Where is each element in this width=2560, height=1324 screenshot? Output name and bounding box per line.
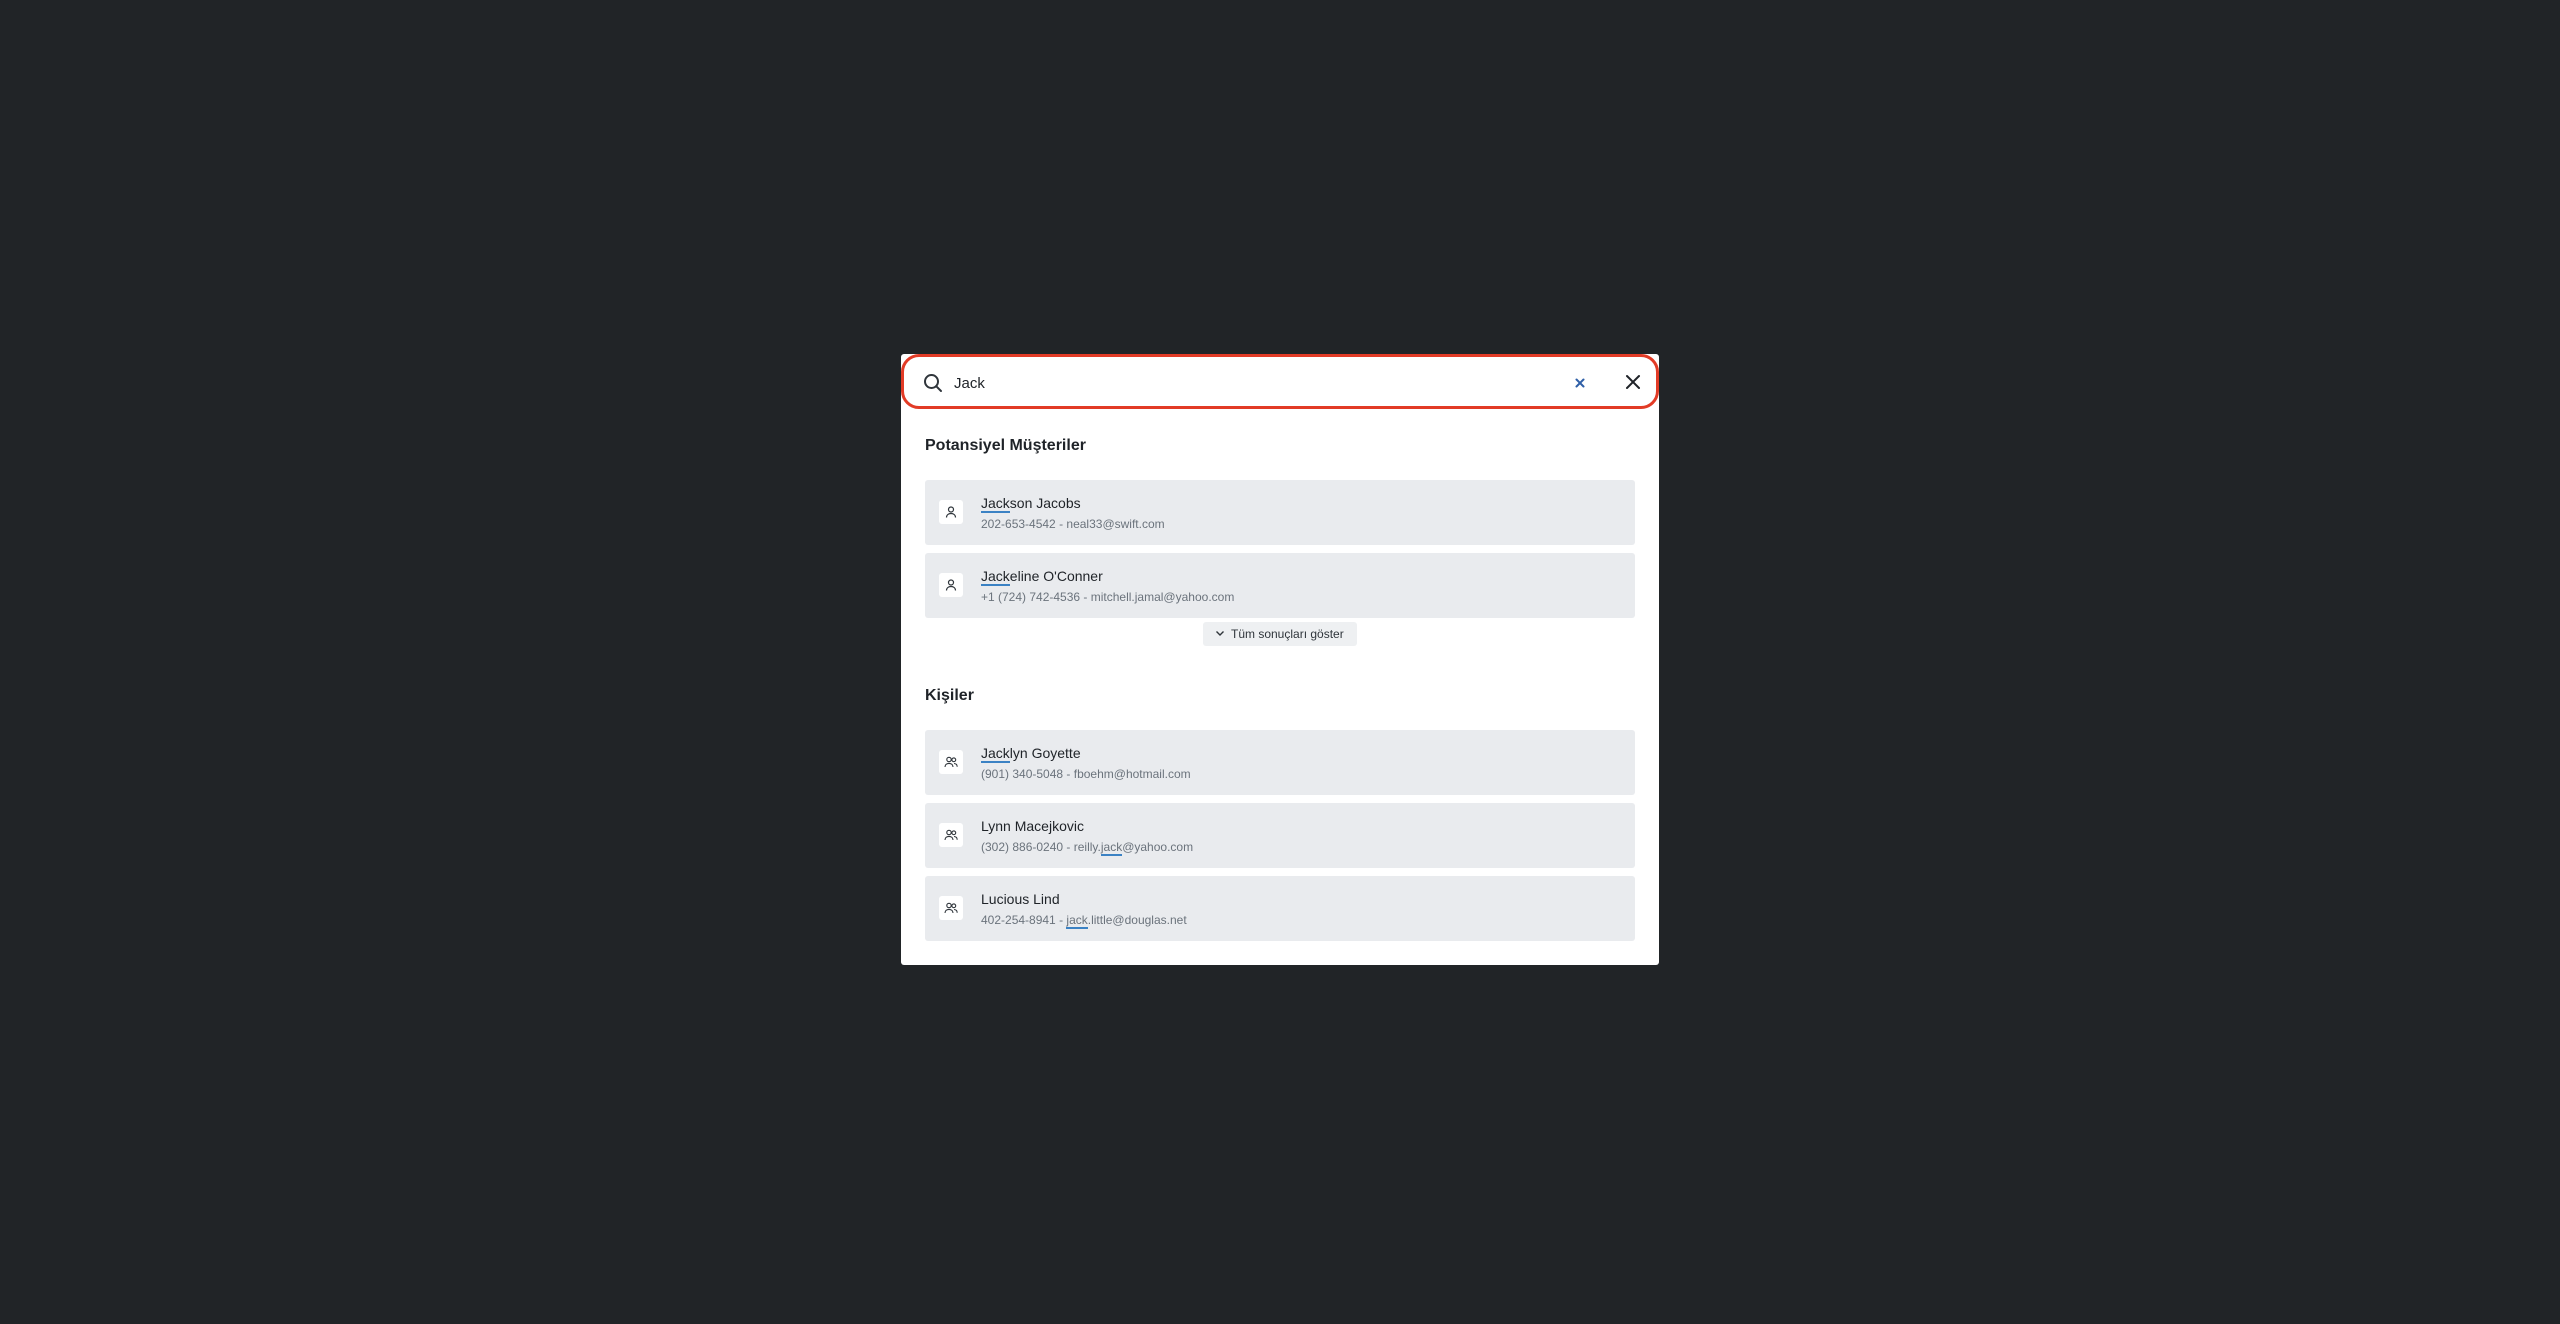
contact-result-item[interactable]: Lucious Lind 402-254-8941 - jack.little@…	[925, 876, 1635, 941]
name-text: son Jacobs	[1009, 495, 1081, 511]
lead-result-item[interactable]: Jackson Jacobs 202-653-4542 - neal33@swi…	[925, 480, 1635, 545]
result-name: Lynn Macejkovic	[981, 818, 1084, 834]
email-text: neal33@swift.com	[1066, 517, 1165, 531]
email-text: @yahoo.com	[1122, 840, 1194, 854]
separator: -	[1080, 590, 1091, 604]
name-text: eline O'Conner	[1009, 568, 1103, 584]
separator: -	[1063, 767, 1074, 781]
phone-text: 402-254-8941	[981, 913, 1056, 927]
result-detail: +1 (724) 742-4536 - mitchell.jamal@yahoo…	[981, 590, 1234, 604]
search-input[interactable]	[954, 369, 1514, 397]
result-name: Jackson Jacobs	[981, 495, 1081, 513]
show-all-label: Tüm sonuçları göster	[1231, 627, 1344, 641]
section-title-leads: Potansiyel Müşteriler	[925, 437, 1086, 454]
separator: -	[1063, 840, 1074, 854]
email-text: mitchell.jamal@yahoo.com	[1090, 590, 1235, 604]
name-text: lyn Goyette	[1009, 745, 1081, 761]
result-name: Jackeline O'Conner	[981, 568, 1103, 586]
match-highlight: jack	[1066, 913, 1088, 929]
phone-text: +1 (724) 742-4536	[981, 590, 1081, 604]
phone-text: (901) 340-5048	[981, 767, 1064, 781]
clear-search-icon[interactable]	[1570, 373, 1590, 393]
match-highlight: Jack	[981, 745, 1010, 763]
search-bar	[901, 354, 1659, 409]
lead-result-item[interactable]: Jackeline O'Conner +1 (724) 742-4536 - m…	[925, 553, 1635, 618]
result-name: Lucious Lind	[981, 891, 1060, 907]
separator: -	[1055, 913, 1067, 927]
users-icon	[939, 896, 963, 920]
email-text: reilly.	[1073, 840, 1101, 854]
contact-result-item[interactable]: Lynn Macejkovic (302) 886-0240 - reilly.…	[925, 803, 1635, 868]
result-detail: (901) 340-5048 - fboehm@hotmail.com	[981, 767, 1191, 781]
users-icon	[939, 823, 963, 847]
search-icon	[924, 374, 942, 392]
result-detail: 402-254-8941 - jack.little@douglas.net	[981, 913, 1187, 929]
result-name: Jacklyn Goyette	[981, 745, 1081, 763]
show-all-results-button[interactable]: Tüm sonuçları göster	[1203, 622, 1357, 646]
match-highlight: Jack	[981, 495, 1010, 513]
search-dialog: Potansiyel Müşteriler Jackson Jacobs 202…	[901, 354, 1659, 965]
user-icon	[939, 573, 963, 597]
phone-text: (302) 886-0240	[981, 840, 1064, 854]
phone-text: 202-653-4542	[981, 517, 1056, 531]
result-detail: (302) 886-0240 - reilly.jack@yahoo.com	[981, 840, 1194, 856]
email-text: fboehm@hotmail.com	[1073, 767, 1191, 781]
contact-result-item[interactable]: Jacklyn Goyette (901) 340-5048 - fboehm@…	[925, 730, 1635, 795]
users-icon	[939, 750, 963, 774]
section-title-contacts: Kişiler	[925, 687, 974, 704]
email-text: .little@douglas.net	[1087, 913, 1187, 927]
close-icon[interactable]	[1622, 371, 1644, 393]
match-highlight: jack	[1100, 840, 1123, 856]
user-icon	[939, 500, 963, 524]
result-detail: 202-653-4542 - neal33@swift.com	[981, 517, 1165, 531]
match-highlight: Jack	[981, 568, 1010, 586]
chevron-down-icon	[1216, 631, 1224, 636]
separator: -	[1055, 517, 1067, 531]
